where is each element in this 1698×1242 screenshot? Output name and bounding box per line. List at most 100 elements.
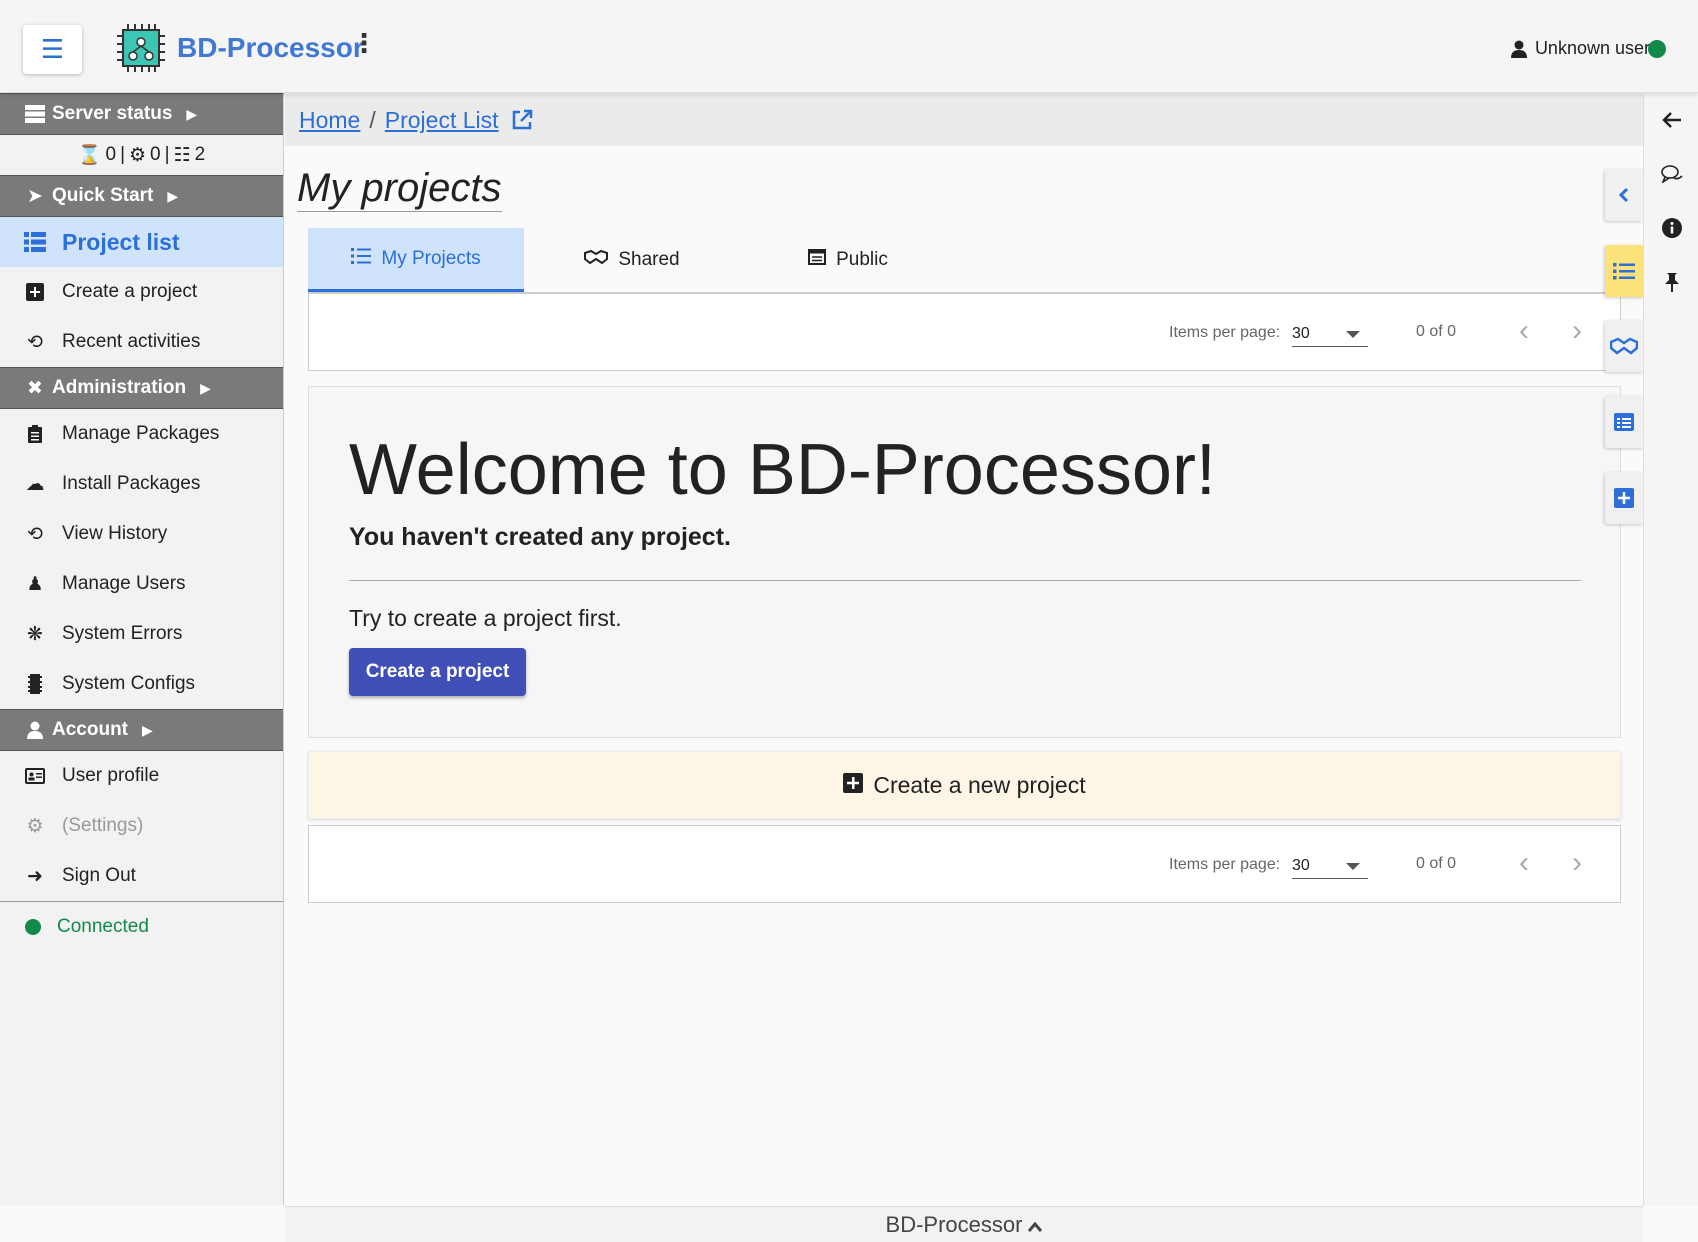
server-status-dot	[1648, 40, 1666, 58]
tab-public[interactable]: Public	[740, 228, 956, 292]
app-logo	[117, 24, 165, 72]
caret-right-icon: ▶	[167, 187, 179, 204]
sidebar-item-user-profile[interactable]: User profile	[0, 751, 283, 801]
sidebar-item-sign-out[interactable]: ➜ Sign Out	[0, 851, 283, 901]
connected-dot	[25, 919, 41, 935]
dropdown-arrow-icon	[1346, 331, 1360, 338]
page-range-label: 0 of 0	[1416, 323, 1457, 340]
server-counts: ⌛ 0 | ⚙ 0 | ☷ 2	[77, 144, 206, 166]
sidebar-item-view-history[interactable]: ⟲ View History	[0, 509, 283, 559]
sidebar-item-recent-activities[interactable]: ⟲ Recent activities	[0, 317, 283, 367]
sidebar-item-label: Create a project	[62, 281, 198, 302]
hamburger-menu-button[interactable]: ☰	[23, 25, 82, 74]
sign-out-icon: ➜	[27, 865, 43, 887]
items-per-page-select[interactable]: 30	[1292, 319, 1368, 347]
sidebar-item-manage-users[interactable]: ♟ Manage Users	[0, 559, 283, 609]
side-tab-my-projects[interactable]	[1605, 245, 1643, 297]
paginator-bottom: Items per page: 30 0 of 0 ‹ ›	[308, 825, 1621, 903]
sidebar-item-label: (Settings)	[62, 815, 144, 836]
id-card-icon	[24, 768, 46, 784]
chevron-left-icon	[1618, 187, 1629, 203]
handshake-icon	[584, 249, 609, 271]
kebab-menu-icon[interactable]: ⋮	[351, 30, 377, 56]
user-name: Unknown user	[1534, 38, 1650, 58]
previous-page-button[interactable]: ‹	[1519, 314, 1529, 348]
top-bar: ☰ BD-Processor ⋮ Unknown user	[0, 0, 1698, 93]
footer[interactable]: BD-Processor	[285, 1206, 1643, 1242]
divider	[349, 580, 1581, 581]
connection-status-label: Connected	[57, 916, 149, 937]
server-status-header[interactable]: Server status ▶	[0, 93, 283, 135]
sidebar-item-system-configs[interactable]: System Configs	[0, 659, 283, 709]
caret-right-icon: ▶	[142, 721, 153, 738]
sidebar-item-project-list[interactable]: Project list	[0, 217, 283, 267]
next-page-button[interactable]: ›	[1572, 314, 1582, 348]
history-icon: ⟲	[27, 523, 43, 545]
welcome-heading: Welcome to BD-Processor!	[349, 430, 1216, 510]
memory-icon	[24, 674, 46, 694]
side-tab-create[interactable]	[1605, 472, 1643, 524]
sidebar-item-system-errors[interactable]: ❋ System Errors	[0, 609, 283, 659]
breadcrumb: Home / Project List	[285, 94, 1643, 146]
table-icon	[1614, 413, 1634, 431]
items-per-page-value: 30	[1292, 857, 1310, 874]
collapse-panel-button[interactable]	[1605, 169, 1643, 221]
app-title[interactable]: BD-Processor	[177, 32, 364, 64]
user-icon	[1510, 40, 1527, 58]
previous-page-button[interactable]: ‹	[1519, 846, 1529, 880]
side-tab-public[interactable]	[1605, 396, 1643, 448]
welcome-hint: Try to create a project first.	[349, 605, 622, 631]
items-per-page-label: Items per page:	[1169, 856, 1281, 873]
sidebar-item-label: Install Packages	[62, 473, 201, 494]
page-range-label: 0 of 0	[1416, 855, 1457, 872]
running-count: 0	[150, 144, 161, 165]
caret-right-icon: ▶	[186, 105, 198, 122]
server-status-label: Server status	[52, 103, 173, 124]
sidebar-item-create-project[interactable]: Create a project	[0, 267, 283, 317]
tab-my-projects[interactable]: My Projects	[308, 228, 524, 292]
create-new-project-label: Create a new project	[873, 771, 1086, 798]
info-icon[interactable]	[1660, 216, 1684, 240]
history-icon: ⟲	[27, 331, 43, 353]
list-icon	[24, 232, 46, 252]
caret-right-icon: ▶	[200, 379, 211, 396]
list-icon	[351, 247, 372, 270]
sidebar-item-manage-packages[interactable]: Manage Packages	[0, 409, 283, 459]
sidebar-item-label: User profile	[62, 765, 160, 786]
network-icon: ☷	[173, 144, 191, 166]
chevron-up-icon	[1028, 1212, 1043, 1238]
quick-start-header[interactable]: ➤ Quick Start ▶	[0, 175, 283, 217]
breadcrumb-project-list-link[interactable]: Project List	[385, 107, 499, 134]
create-project-button[interactable]: Create a project	[349, 648, 526, 696]
account-header[interactable]: Account ▶	[0, 709, 283, 751]
account-label: Account	[52, 719, 128, 740]
breadcrumb-home-link[interactable]: Home	[299, 107, 360, 134]
external-link-icon[interactable]	[511, 109, 533, 131]
items-per-page-select[interactable]: 30	[1292, 851, 1368, 879]
comments-icon[interactable]	[1660, 162, 1684, 186]
next-page-button[interactable]: ›	[1572, 846, 1582, 880]
sidebar-item-settings: ⚙ (Settings)	[0, 801, 283, 851]
tab-shared[interactable]: Shared	[524, 228, 740, 292]
project-tabs: My Projects Shared Public	[308, 228, 1621, 293]
side-tab-shared[interactable]	[1605, 320, 1643, 372]
pin-icon[interactable]	[1660, 270, 1684, 294]
user-menu[interactable]: Unknown user	[1510, 38, 1650, 59]
create-new-project-button[interactable]: Create a new project	[308, 751, 1621, 819]
tab-label: Shared	[618, 249, 680, 270]
arrow-left-icon[interactable]	[1660, 108, 1684, 132]
administration-header[interactable]: ✖ Administration ▶	[0, 367, 283, 409]
plus-square-icon	[843, 772, 864, 799]
hourglass-icon: ⌛	[77, 145, 102, 166]
gears-icon: ⚙	[26, 815, 44, 837]
table-icon	[808, 249, 827, 271]
sidebar-item-label: View History	[62, 523, 168, 544]
connection-status: Connected	[0, 902, 283, 952]
server-icon	[24, 105, 46, 123]
user-icon	[24, 721, 46, 739]
menu-icon: ☰	[40, 34, 65, 64]
items-per-page-value: 30	[1292, 325, 1310, 342]
dropdown-arrow-icon	[1346, 863, 1360, 870]
sidebar-item-label: System Configs	[62, 673, 196, 694]
sidebar-item-install-packages[interactable]: ☁ Install Packages	[0, 459, 283, 509]
